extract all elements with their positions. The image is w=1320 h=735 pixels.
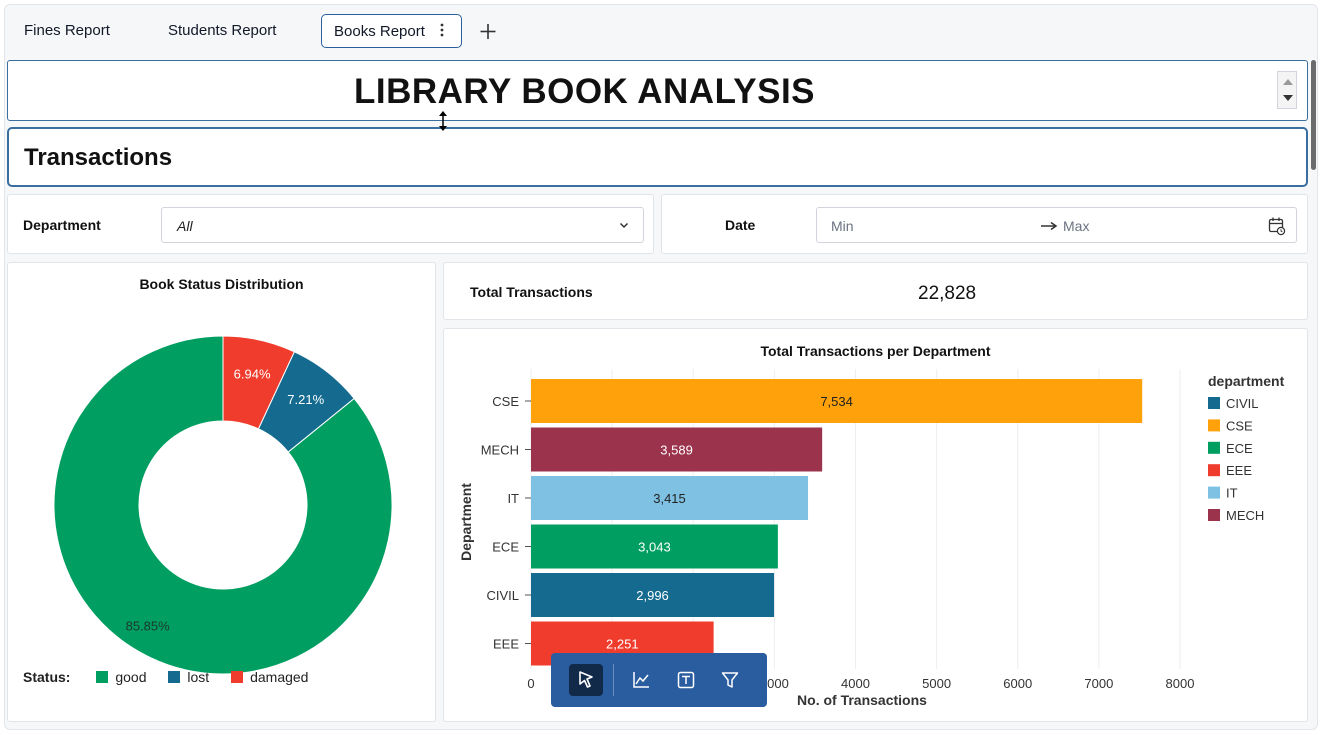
- x-tick-label: 4000: [841, 676, 870, 691]
- book-status-card: Book Status Distribution 6.94% 7.21% 85.85…: [7, 262, 436, 722]
- x-tick-label: 6000: [1003, 676, 1032, 691]
- bar-value-label: 3,043: [638, 540, 671, 555]
- chevron-down-icon: [619, 222, 629, 229]
- select-tool-button[interactable]: [569, 664, 603, 696]
- tab-fines-report[interactable]: Fines Report: [24, 14, 110, 48]
- bar-legend-label[interactable]: ECE: [1226, 441, 1253, 456]
- section-title: Transactions: [24, 144, 173, 171]
- bar-value-label: 3,415: [653, 491, 686, 506]
- bar-legend-title: department: [1208, 373, 1285, 389]
- bar-legend-label[interactable]: EEE: [1226, 463, 1252, 478]
- y-tick-label: EEE: [493, 637, 519, 652]
- donut-label-lost: 7.21%: [287, 392, 324, 407]
- toolbar-divider: [613, 664, 614, 696]
- title-spinner[interactable]: [1277, 71, 1297, 109]
- legend-item-lost[interactable]: lost: [168, 669, 209, 685]
- resize-cursor-icon: [437, 110, 449, 132]
- tab-more-options-icon[interactable]: [434, 14, 450, 48]
- department-select[interactable]: All: [161, 207, 644, 243]
- legend-swatch-good: [96, 671, 109, 683]
- x-tick-label: 7000: [1084, 676, 1113, 691]
- bar-legend-swatch[interactable]: [1208, 397, 1220, 409]
- bar-value-label: 7,534: [820, 394, 853, 409]
- x-tick-label: 0: [527, 676, 534, 691]
- date-filter-card: Date Min Max: [661, 194, 1308, 254]
- line-chart-icon: [633, 672, 649, 688]
- donut-legend: Status: good lost damaged: [23, 669, 326, 685]
- bar-legend-swatch[interactable]: [1208, 441, 1220, 454]
- text-box-icon: [677, 671, 695, 689]
- bar-legend-label[interactable]: IT: [1226, 486, 1238, 501]
- donut-label-good: 85.85%: [126, 618, 171, 633]
- y-tick-label: ECE: [492, 540, 519, 555]
- scrollbar[interactable]: [1311, 60, 1316, 170]
- bar-legend-swatch[interactable]: [1208, 464, 1220, 477]
- bar-value-label: 2,251: [606, 637, 639, 652]
- x-tick-label: 5000: [922, 676, 951, 691]
- dashboard-title-box[interactable]: LIBRARY BOOK ANALYSIS: [7, 60, 1308, 121]
- dashboard-title: LIBRARY BOOK ANALYSIS: [353, 72, 816, 111]
- x-tick-label: 8000: [1166, 676, 1195, 691]
- arrow-right-icon: [1041, 221, 1058, 231]
- kpi-label: Total Transactions: [470, 284, 593, 300]
- y-tick-label: IT: [507, 491, 519, 506]
- y-tick-label: MECH: [481, 443, 519, 458]
- department-select-value: All: [177, 218, 193, 234]
- bar-value-label: 3,589: [660, 443, 693, 458]
- book-status-donut-chart: 6.94% 7.21% 85.85%: [53, 335, 393, 675]
- add-tab-icon[interactable]: [476, 14, 500, 48]
- date-min-input[interactable]: Min: [831, 218, 854, 234]
- bar-legend-label[interactable]: CSE: [1226, 418, 1253, 433]
- app-window: Fines Report Students Report Books Repor…: [0, 0, 1320, 735]
- total-transactions-card: Total Transactions 22,828: [443, 262, 1308, 320]
- spinner-up-icon[interactable]: [1283, 79, 1293, 85]
- date-filter-label: Date: [725, 217, 756, 233]
- kpi-value: 22,828: [918, 283, 977, 304]
- legend-item-damaged[interactable]: damaged: [231, 669, 308, 685]
- bar-legend-swatch[interactable]: [1208, 509, 1220, 521]
- legend-item-good[interactable]: good: [96, 669, 147, 685]
- bar-value-label: 2,996: [636, 588, 669, 603]
- floating-toolbar: [551, 653, 767, 707]
- add-text-button[interactable]: [669, 664, 703, 696]
- bar-legend-swatch[interactable]: [1208, 486, 1220, 499]
- y-axis-title: Department: [458, 483, 474, 561]
- tab-students-report[interactable]: Students Report: [168, 14, 276, 48]
- y-tick-label: CIVIL: [486, 588, 519, 603]
- bar-legend-label[interactable]: CIVIL: [1226, 396, 1259, 411]
- donut-chart-title: Book Status Distribution: [139, 276, 304, 292]
- legend-swatch-damaged: [231, 671, 244, 683]
- legend-label-damaged: damaged: [250, 669, 309, 685]
- donut-label-damaged: 6.94%: [234, 367, 271, 382]
- tab-books-report-label: Books Report: [334, 23, 425, 40]
- department-filter-label: Department: [23, 217, 101, 233]
- bar-legend-label[interactable]: MECH: [1226, 508, 1264, 523]
- calendar-icon[interactable]: [1268, 216, 1286, 236]
- legend-swatch-lost: [168, 671, 181, 683]
- date-range-picker[interactable]: Min Max: [816, 207, 1297, 243]
- date-max-input[interactable]: Max: [1063, 218, 1089, 234]
- department-filter-card: Department All: [7, 194, 654, 254]
- y-tick-label: CSE: [492, 394, 519, 409]
- legend-label-lost: lost: [187, 669, 210, 685]
- pointer-icon: [579, 671, 593, 688]
- filter-icon: [721, 672, 739, 688]
- legend-title: Status:: [23, 669, 71, 685]
- bar-legend-swatch[interactable]: [1208, 419, 1220, 432]
- x-axis-title: No. of Transactions: [797, 692, 927, 708]
- add-filter-button[interactable]: [713, 664, 747, 696]
- add-chart-button[interactable]: [624, 664, 658, 696]
- legend-label-good: good: [115, 669, 147, 685]
- section-title-box[interactable]: Transactions: [7, 127, 1308, 187]
- spinner-down-icon[interactable]: [1283, 95, 1293, 101]
